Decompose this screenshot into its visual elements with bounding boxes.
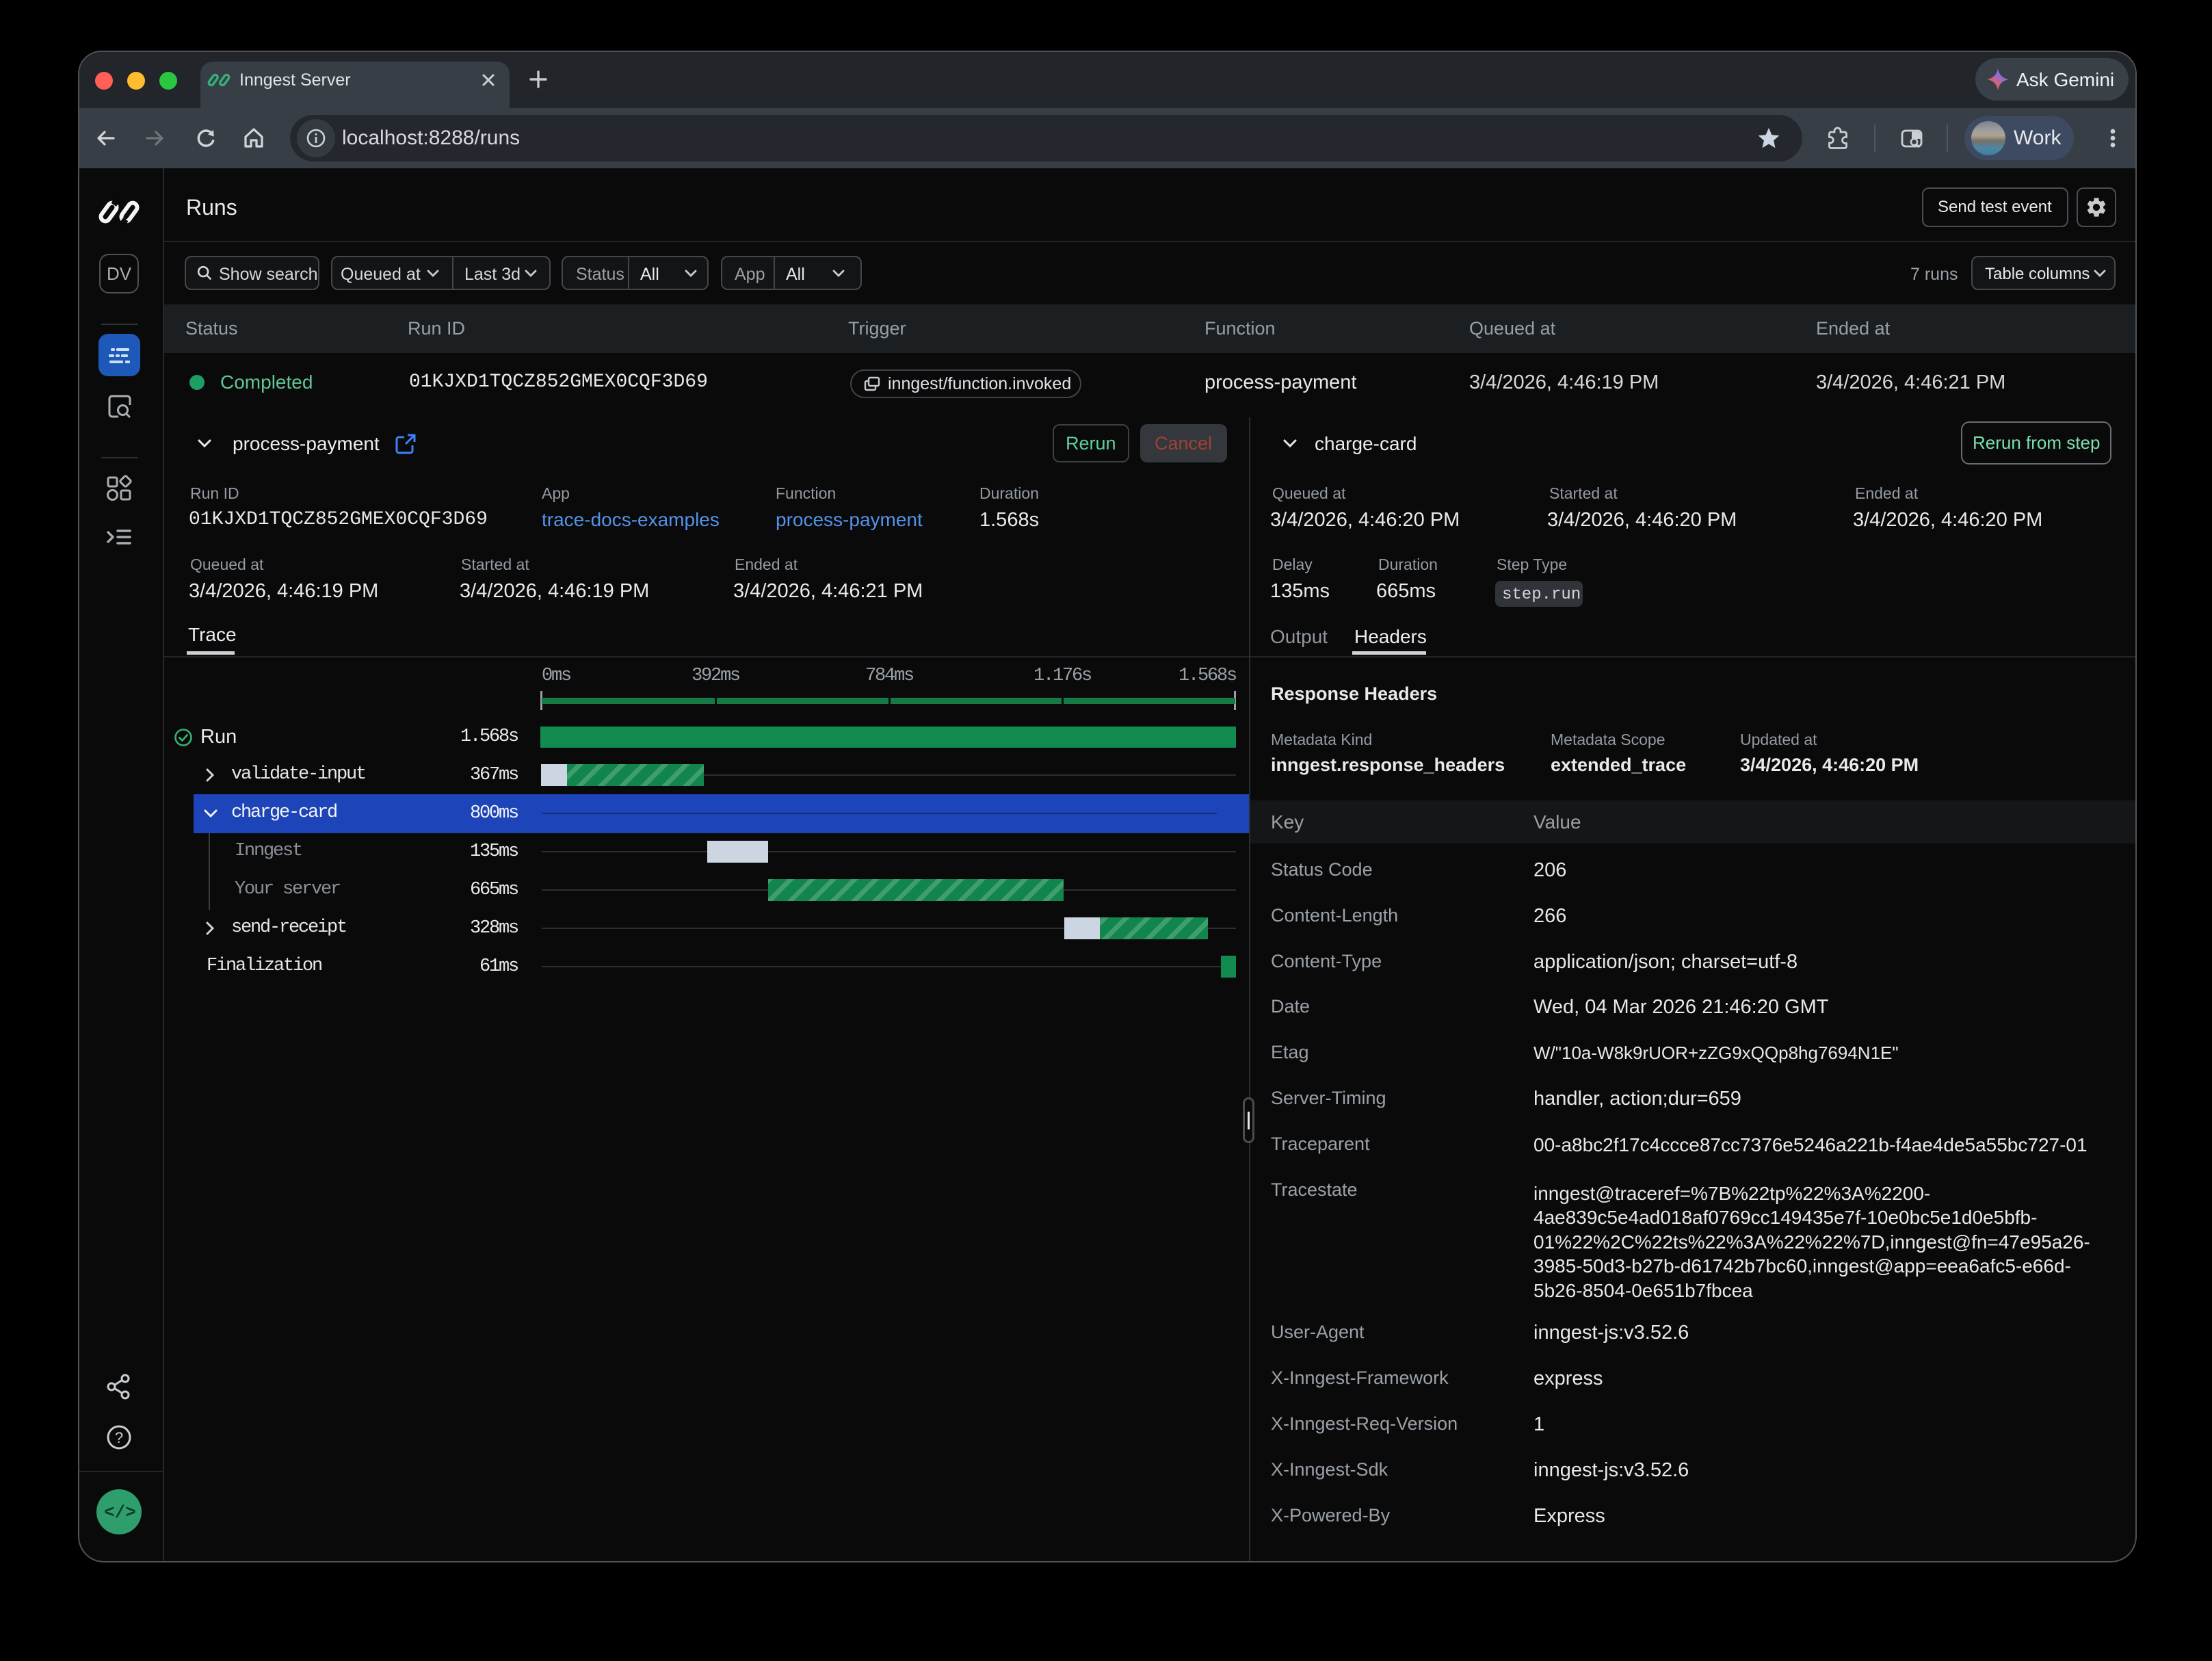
svg-text:?: ? [115, 1429, 123, 1446]
